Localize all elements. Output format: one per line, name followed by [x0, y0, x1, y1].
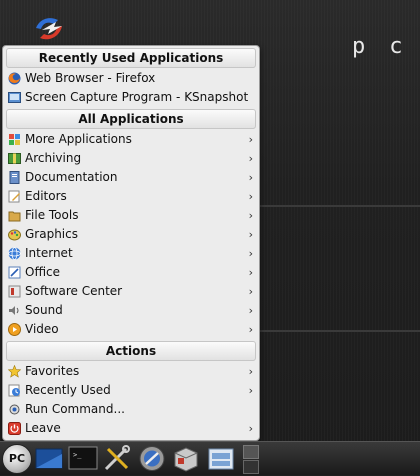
menu-item-label: Run Command... [25, 402, 125, 416]
menu-item-label: Recently Used [25, 383, 111, 397]
menu-item-office[interactable]: Office › [3, 263, 259, 282]
menu-item-label: Graphics [25, 227, 78, 241]
menu-item-label: Software Center [25, 284, 123, 298]
terminal-prompt-glyph: >_ [73, 451, 82, 459]
menu-item-run-command[interactable]: Run Command... [3, 400, 259, 419]
menu-item-more-applications[interactable]: More Applications › [3, 130, 259, 149]
submenu-arrow-icon: › [248, 422, 253, 435]
terminal-launcher[interactable]: >_ [68, 444, 98, 473]
editors-icon [8, 190, 20, 203]
menu-item-video[interactable]: Video › [3, 320, 259, 339]
all-apps-header: All Applications [6, 109, 256, 129]
menu-item-documentation[interactable]: Documentation › [3, 168, 259, 187]
menu-item-favorites[interactable]: Favorites › [3, 362, 259, 381]
submenu-arrow-icon: › [248, 266, 253, 279]
sound-icon [9, 306, 19, 315]
submenu-arrow-icon: › [248, 171, 253, 184]
pclinuxos-logo-icon [36, 18, 62, 40]
terminal-icon: >_ [68, 446, 98, 470]
desktop-show-icon [35, 448, 63, 469]
internet-icon [8, 247, 21, 260]
submenu-arrow-icon: › [248, 365, 253, 378]
menu-item-internet[interactable]: Internet › [3, 244, 259, 263]
menu-item-label: Screen Capture Program - KSnapshot [25, 90, 249, 104]
submenu-arrow-icon: › [248, 384, 253, 397]
run-command-icon [9, 404, 20, 415]
menu-item-recently-used[interactable]: Recently Used › [3, 381, 259, 400]
menu-item-label: Video [25, 322, 59, 336]
menu-item-label: File Tools [25, 208, 79, 222]
more-apps-icon [9, 134, 20, 145]
menu-item-leave[interactable]: Leave › [3, 419, 259, 438]
menu-item-label: Favorites [25, 364, 80, 378]
file-tools-icon [8, 211, 21, 222]
application-launcher-menu: Recently Used Applications Web Browser -… [2, 45, 260, 441]
software-center-icon [8, 285, 21, 298]
menu-item-sound[interactable]: Sound › [3, 301, 259, 320]
menu-item-label: More Applications [25, 132, 132, 146]
favorites-icon [8, 365, 21, 378]
desktop-stripe [258, 330, 420, 332]
desktop-brand-text: pc [352, 34, 420, 59]
actions-header: Actions [6, 341, 256, 361]
menu-item-file-tools[interactable]: File Tools › [3, 206, 259, 225]
menu-item-label: Documentation [25, 170, 118, 184]
file-manager-icon [208, 448, 234, 470]
graphics-icon [8, 229, 21, 241]
menu-item-label: Office [25, 265, 61, 279]
virtual-desktop-2[interactable] [243, 460, 259, 474]
submenu-arrow-icon: › [248, 152, 253, 165]
start-menu-button[interactable]: PC [2, 444, 32, 474]
menu-item-software-center[interactable]: Software Center › [3, 282, 259, 301]
menu-item-label: Sound [25, 303, 63, 317]
submenu-arrow-icon: › [248, 209, 253, 222]
show-desktop-launcher[interactable] [34, 444, 64, 473]
taskbar: PC >_ [0, 441, 420, 475]
menu-item-archiving[interactable]: Archiving › [3, 149, 259, 168]
file-manager-launcher[interactable] [206, 444, 236, 473]
submenu-arrow-icon: › [248, 133, 253, 146]
menu-item-label: Internet [25, 246, 73, 260]
submenu-arrow-icon: › [248, 190, 253, 203]
menu-item-editors[interactable]: Editors › [3, 187, 259, 206]
video-icon [8, 323, 21, 336]
tools-icon [104, 445, 130, 471]
menu-item-ksnapshot[interactable]: Screen Capture Program - KSnapshot [3, 88, 259, 107]
tools-launcher[interactable] [102, 444, 132, 473]
submenu-arrow-icon: › [248, 304, 253, 317]
package-manager-launcher[interactable] [171, 444, 201, 473]
desktop-stripe [258, 205, 420, 207]
menu-item-label: Archiving [25, 151, 82, 165]
submenu-arrow-icon: › [248, 285, 253, 298]
control-center-launcher[interactable] [137, 444, 167, 473]
submenu-arrow-icon: › [248, 228, 253, 241]
menu-item-label: Web Browser - Firefox [25, 71, 156, 85]
archiving-icon [8, 153, 21, 164]
submenu-arrow-icon: › [248, 323, 253, 336]
leave-icon [8, 422, 21, 435]
submenu-arrow-icon: › [248, 247, 253, 260]
firefox-icon [8, 72, 21, 85]
documentation-icon [9, 171, 20, 184]
menu-item-label: Leave [25, 421, 61, 435]
package-manager-icon [174, 447, 198, 472]
recently-used-icon [8, 384, 20, 397]
menu-item-firefox[interactable]: Web Browser - Firefox [3, 69, 259, 88]
menu-item-label: Editors [25, 189, 67, 203]
ksnapshot-icon [8, 92, 21, 103]
virtual-desktop-1[interactable] [243, 445, 259, 459]
office-icon [8, 266, 21, 279]
recent-apps-header: Recently Used Applications [6, 48, 256, 68]
control-center-icon [139, 446, 165, 471]
menu-item-graphics[interactable]: Graphics › [3, 225, 259, 244]
